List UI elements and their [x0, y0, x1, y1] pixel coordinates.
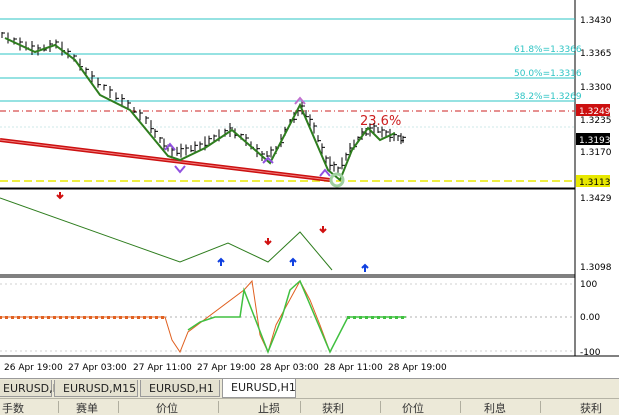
down-arrow-icon	[319, 226, 327, 234]
yellow-price-label: 1.3113	[579, 178, 611, 188]
fib-label-236: 23.6%	[360, 114, 401, 129]
time-axis: 26 Apr 19:00 27 Apr 03:00 27 Apr 11:00 2…	[4, 363, 447, 373]
up-arrow-icon	[361, 263, 369, 272]
column-header[interactable]: 获利	[580, 400, 602, 415]
time-tick: 27 Apr 11:00	[133, 363, 192, 373]
indicator1-line	[0, 197, 333, 271]
down-arrow-icon	[56, 192, 64, 200]
column-header[interactable]: 获利	[322, 400, 344, 415]
column-header[interactable]: 止损	[258, 400, 280, 415]
red-price-tag: 1.3249	[576, 104, 611, 117]
main-price-pane	[0, 0, 576, 356]
chart-tab[interactable]: EURUSD,M15	[54, 380, 138, 397]
chart-tab-bar: EURUSD,H1 EURUSD,M15 EURUSD,H1 EURUSD,H1	[0, 378, 619, 398]
price-tick: 1.3430	[580, 16, 612, 26]
chart-tab-active[interactable]: EURUSD,H1	[222, 379, 296, 398]
column-header[interactable]: 手数	[2, 400, 24, 415]
chart-tab[interactable]: EURUSD,H1	[0, 380, 68, 397]
current-price-label: 1.3193	[579, 136, 611, 146]
indicator2-tick: 100	[580, 280, 597, 290]
down-arrow-icon	[264, 238, 272, 246]
fib-label-382: 38.2%=1.3269	[514, 92, 582, 102]
time-tick: 28 Apr 19:00	[388, 363, 447, 373]
chart-window[interactable]: 61.8%=1.3366 50.0%=1.3316 38.2%=1.3269 2…	[0, 0, 619, 378]
indicator2-tick: -100	[580, 348, 601, 358]
red-price-label: 1.3249	[579, 107, 611, 117]
fib-label-618: 61.8%=1.3366	[514, 45, 582, 55]
fib-label-500: 50.0%=1.3316	[514, 69, 582, 79]
time-tick: 27 Apr 19:00	[197, 363, 256, 373]
column-header[interactable]: 价位	[402, 400, 424, 415]
time-tick: 27 Apr 03:00	[68, 363, 127, 373]
price-tick: 1.3170	[580, 148, 612, 158]
indicator2-tick: 0.00	[580, 313, 600, 323]
yellow-price-tag: 1.3113	[576, 175, 611, 188]
chart-tab[interactable]: EURUSD,H1	[140, 380, 220, 397]
terminal-column-header: 手数 赛单 价位 止损 获利 价位 利息 获利	[0, 398, 619, 415]
time-tick: 28 Apr 03:00	[260, 363, 319, 373]
column-header[interactable]: 赛单	[76, 400, 98, 415]
column-header[interactable]: 价位	[156, 400, 178, 415]
current-price-tag: 1.3193	[576, 133, 611, 146]
indicator2-axis: 100 0.00 -100	[580, 280, 601, 358]
price-tick: 1.3365	[580, 49, 612, 59]
indicator1-tick: 1.3429	[580, 194, 612, 204]
column-header[interactable]: 利息	[484, 400, 506, 415]
up-arrow-icon	[217, 257, 225, 266]
signal-arrows	[56, 192, 369, 272]
indicator-pane-1	[0, 188, 575, 276]
up-arrow-icon	[289, 257, 297, 266]
price-tick: 1.3300	[580, 83, 612, 93]
indicator1-axis: 1.3429 1.3098	[580, 194, 612, 273]
time-tick: 26 Apr 19:00	[4, 363, 63, 373]
indicator1-tick: 1.3098	[580, 263, 612, 273]
time-tick: 28 Apr 11:00	[324, 363, 383, 373]
price-tick: 1.3235	[580, 116, 612, 126]
